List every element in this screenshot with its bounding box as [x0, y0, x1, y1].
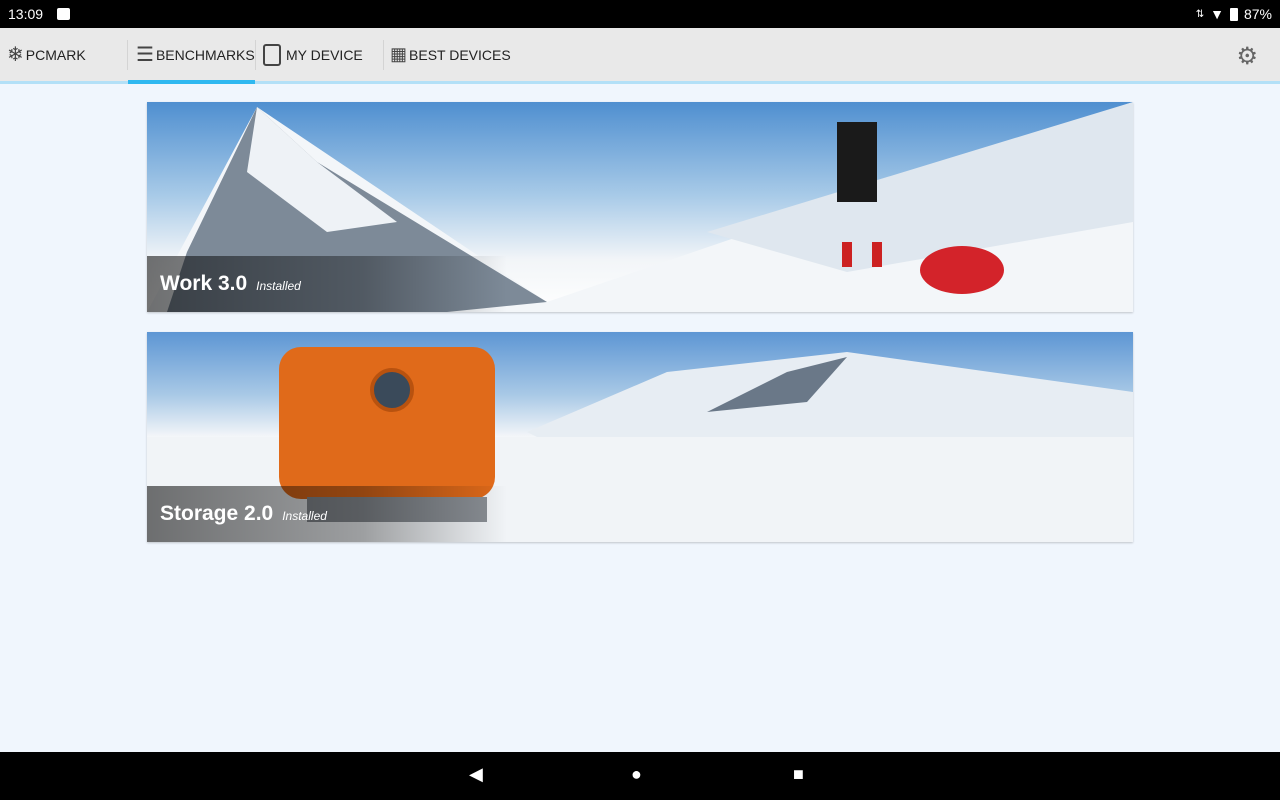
image-notification-icon: [57, 8, 71, 20]
benchmark-name: Work 3.0: [160, 272, 248, 295]
recents-icon[interactable]: ■: [793, 764, 804, 785]
navigation-bar: ◀ ● ■: [0, 752, 1280, 800]
tab-best-devices[interactable]: ▦ BEST DEVICES: [390, 28, 511, 81]
settings-gear-icon[interactable]: ⚙: [1236, 42, 1258, 71]
tab-my-device[interactable]: MY DEVICE: [263, 28, 363, 81]
battery-level: 87%: [1243, 6, 1272, 22]
status-bar: 13:09 ⇅ ▼ 87%: [0, 0, 1280, 28]
card-label: Storage 2.0 Installed: [147, 486, 507, 542]
tablet-icon: [263, 43, 281, 66]
install-status: Installed: [256, 279, 301, 293]
app-bar: ❄ PCMARK ☰ BENCHMARKS MY DEVICE ▦ BEST D…: [0, 28, 1280, 84]
back-icon[interactable]: ◀: [469, 764, 483, 785]
home-icon[interactable]: ●: [631, 764, 642, 785]
card-label: Work 3.0 Installed: [147, 256, 507, 312]
snowflake-icon: ❄: [7, 44, 24, 66]
tab-label: MY DEVICE: [286, 46, 363, 63]
benchmark-card-work[interactable]: Work 3.0 Installed: [147, 102, 1133, 312]
grid-icon: ▦: [390, 44, 408, 64]
tab-label: BENCHMARKS: [155, 46, 255, 63]
brand[interactable]: ❄ PCMARK: [7, 28, 86, 81]
wifi-icon: ▼: [1210, 6, 1224, 22]
tab-label: BEST DEVICES: [409, 46, 511, 63]
benchmark-card-storage[interactable]: Storage 2.0 Installed: [147, 332, 1133, 542]
list-icon: ☰: [136, 44, 154, 66]
brand-label: PCMARK: [25, 46, 86, 63]
battery-icon: [1229, 7, 1238, 21]
data-arrows-icon: ⇅: [1195, 8, 1205, 20]
install-status: Installed: [282, 509, 327, 523]
tab-benchmarks[interactable]: ☰ BENCHMARKS: [128, 28, 255, 84]
benchmark-name: Storage 2.0: [160, 502, 274, 525]
clock: 13:09: [8, 6, 44, 22]
